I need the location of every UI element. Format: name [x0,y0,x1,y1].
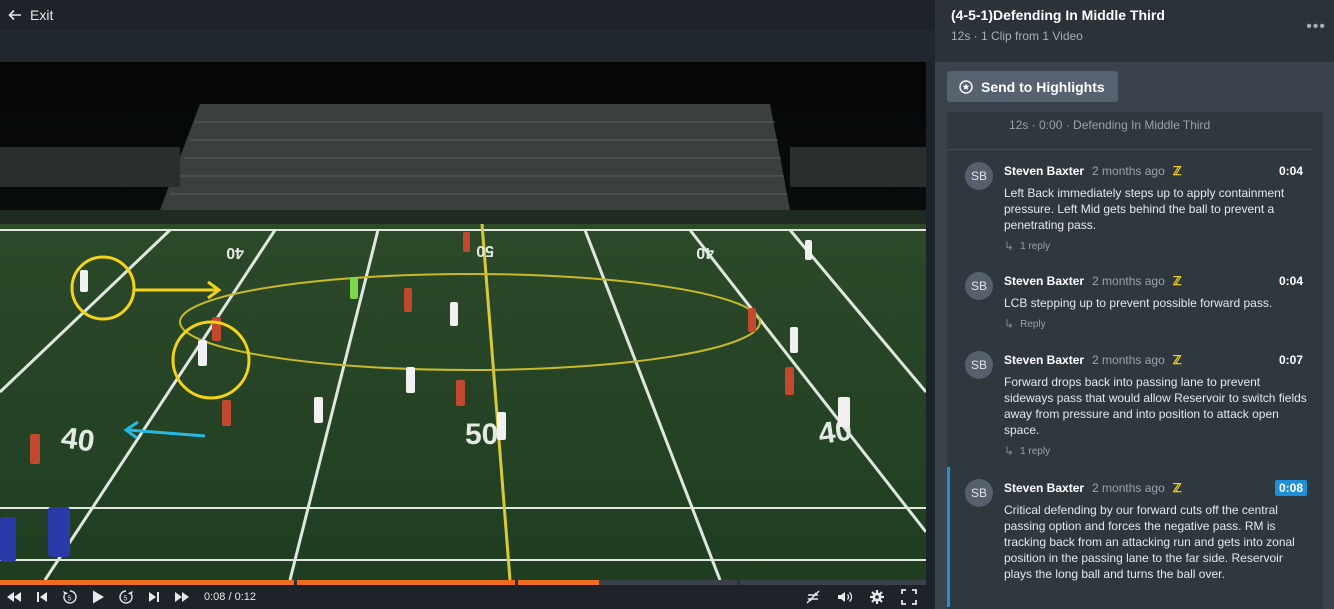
player-controls: 5 5 0:08 / 0:12 [0,585,935,609]
settings-button[interactable] [863,585,891,609]
comment-timestamp[interactable]: 0:07 [1275,352,1307,368]
fast-forward-icon [175,592,189,602]
reply-arrow-icon: ↳ [1004,239,1015,253]
comment-body: Left Back immediately steps up to apply … [1004,186,1285,232]
reply-arrow-icon: ↳ [1004,444,1015,458]
app-window: Exit 40 50 40 40 50 40 5 5 0:08 / 0:12 (… [0,0,1334,609]
forward-5-icon: 5 [119,590,133,604]
reply-label: 1 reply [1020,240,1051,252]
far-yard-number-40-right: 40 [696,244,714,261]
play-button[interactable] [84,585,112,609]
video-header-strip [0,30,935,62]
step-back-icon [37,592,47,602]
avatar: SB [965,272,993,300]
loop-off-icon [806,590,820,604]
zap-icon: ℤ [1172,481,1182,495]
avatar: SB [965,162,993,190]
top-bar: Exit [0,0,935,30]
comment-time: 2 months ago [1092,353,1165,367]
exit-label: Exit [30,7,54,23]
comment-time: 2 months ago [1092,164,1165,178]
comment-author: Steven Baxter [1004,164,1085,178]
zap-icon: ℤ [1172,353,1182,367]
soccer-field-scene: 40 50 40 40 50 40 [0,62,926,580]
reply-arrow-icon: ↳ [1004,317,1015,331]
comment-timestamp[interactable]: 0:04 [1275,273,1307,289]
comment-body: Critical defending by our forward cuts o… [1004,503,1295,581]
active-comment-indicator [947,467,950,607]
rewind-button[interactable] [0,585,28,609]
yard-number-40-left: 40 [59,421,97,458]
comment-timestamp[interactable]: 0:04 [1275,163,1307,179]
fullscreen-button[interactable] [895,585,923,609]
playlist-panel: (4-5-1)Defending In Middle Third 12s · 1… [935,0,1334,609]
far-yard-number-50: 50 [476,242,494,259]
more-options-button[interactable]: ••• [1306,18,1326,36]
comment-item-active[interactable]: SB Steven Baxter 2 months ago ℤ 0:08 Cri… [947,467,1323,607]
skip-back-5-button[interactable]: 5 [56,585,84,609]
comment-body: LCB stepping up to prevent possible forw… [1004,296,1273,310]
timecode: 0:08 / 0:12 [204,591,256,603]
comment-time: 2 months ago [1092,274,1165,288]
comment-timestamp-active[interactable]: 0:08 [1274,480,1307,496]
comment-item[interactable]: SB Steven Baxter 2 months ago ℤ 0:04 Lef… [947,150,1323,260]
comment-author: Steven Baxter [1004,353,1085,367]
exit-button[interactable]: Exit [8,7,53,23]
fast-forward-button[interactable] [168,585,196,609]
video-frame[interactable]: 40 50 40 40 50 40 [0,62,926,580]
skip-forward-5-button[interactable]: 5 [112,585,140,609]
comment-item[interactable]: SB Steven Baxter 2 months ago ℤ 0:04 LCB… [947,260,1323,339]
reply-label: Reply [1020,318,1046,330]
previous-frame-button[interactable] [28,585,56,609]
send-to-highlights-label: Send to Highlights [981,78,1105,95]
send-to-highlights-button[interactable]: Send to Highlights [947,71,1118,102]
reply-link[interactable]: ↳ 1 reply [1004,239,1307,253]
loop-toggle[interactable] [799,585,827,609]
playlist-meta: 12s · 1 Clip from 1 Video [951,29,1083,43]
svg-text:5: 5 [68,596,72,603]
avatar: SB [965,351,993,379]
svg-text:5: 5 [124,596,128,603]
reply-label: 1 reply [1020,445,1051,457]
comment-author: Steven Baxter [1004,481,1085,495]
rewind-icon [7,592,21,602]
comment-author: Steven Baxter [1004,274,1085,288]
step-forward-icon [149,592,159,602]
reply-link[interactable]: ↳ 1 reply [1004,444,1307,458]
gear-icon [870,590,884,604]
playlist-header: (4-5-1)Defending In Middle Third 12s · 1… [935,0,1334,62]
yard-number-50: 50 [465,418,498,451]
avatar: SB [965,479,993,507]
comment-item[interactable]: SB Steven Baxter 2 months ago ℤ 0:07 For… [947,339,1323,467]
fullscreen-icon [901,589,917,605]
back-arrow-icon [8,9,21,21]
zap-icon: ℤ [1172,164,1182,178]
reply-link[interactable]: ↳ Reply [1004,317,1307,331]
comment-feed[interactable]: 12s · 0:00 · Defending In Middle Third S… [947,112,1323,609]
play-icon [93,590,104,604]
highlight-star-icon [959,79,973,94]
far-yard-number-40-left: 40 [226,244,244,261]
comment-time: 2 months ago [1092,481,1165,495]
playlist-title: (4-5-1)Defending In Middle Third [951,7,1165,23]
volume-button[interactable] [831,585,859,609]
next-frame-button[interactable] [140,585,168,609]
volume-icon [838,592,853,602]
replay-5-icon: 5 [63,590,77,604]
comment-body: Forward drops back into passing lane to … [1004,375,1307,437]
clip-info: 12s · 0:00 · Defending In Middle Third [947,112,1311,150]
zap-icon: ℤ [1172,274,1182,288]
